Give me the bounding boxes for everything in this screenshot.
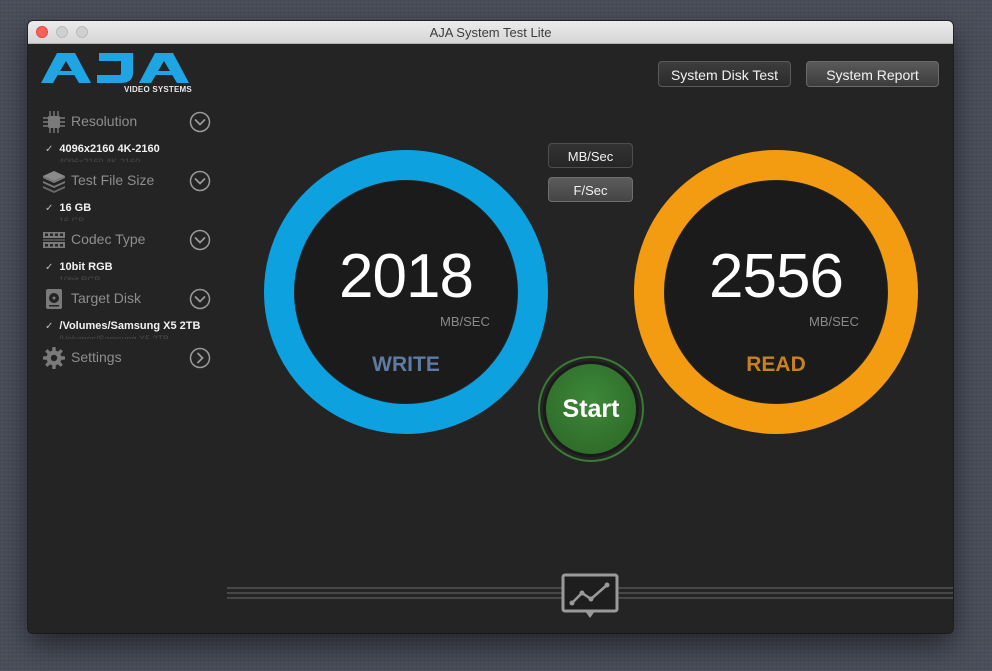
logo-subtitle: VIDEO SYSTEMS bbox=[124, 85, 192, 94]
stack-icon bbox=[42, 169, 66, 193]
chevron-right-icon[interactable] bbox=[189, 347, 211, 369]
sidebar-label-resolution: Resolution bbox=[71, 113, 138, 129]
chevron-down-icon[interactable] bbox=[189, 288, 211, 310]
system-report-button[interactable]: System Report bbox=[806, 61, 939, 87]
resolution-value[interactable]: ✓ 4096x2160 4K-2160 bbox=[45, 143, 210, 155]
film-strip-icon bbox=[42, 228, 66, 252]
sidebar-label-target-disk: Target Disk bbox=[71, 290, 142, 306]
chevron-down-icon[interactable] bbox=[189, 170, 211, 192]
codec-type-ghost-option: 10bit RGB bbox=[59, 275, 101, 280]
read-label: READ bbox=[746, 353, 806, 376]
window-title: AJA System Test Lite bbox=[429, 25, 552, 40]
sidebar-item-test-file-size[interactable]: Test File Size bbox=[42, 169, 212, 193]
chip-icon bbox=[42, 110, 66, 134]
frames-per-sec-toggle[interactable]: F/Sec bbox=[548, 177, 633, 202]
read-speed-value: 2556 bbox=[709, 242, 844, 311]
write-speed-value: 2018 bbox=[339, 242, 474, 311]
sidebar-item-settings[interactable]: Settings bbox=[42, 346, 212, 370]
sidebar-label-test-file-size: Test File Size bbox=[71, 172, 155, 188]
sidebar-label-settings: Settings bbox=[71, 349, 122, 365]
chevron-down-icon[interactable] bbox=[189, 111, 211, 133]
sidebar-label-codec-type: Codec Type bbox=[71, 231, 146, 247]
write-label: WRITE bbox=[372, 353, 440, 376]
title-bar[interactable]: AJA System Test Lite bbox=[28, 21, 953, 44]
gear-icon bbox=[42, 346, 66, 370]
app-window: AJA System Test Lite VIDEO SYSTEMS Resol… bbox=[28, 21, 953, 633]
target-disk-ghost-option: /Volumes/Samsung X5 2TB bbox=[59, 334, 170, 339]
read-gauge: 2556 MB/SEC READ bbox=[631, 147, 921, 437]
codec-type-value[interactable]: ✓ 10bit RGB bbox=[45, 261, 210, 273]
test-file-size-ghost-option: 16 GB bbox=[59, 216, 85, 221]
write-speed-unit: MB/SEC bbox=[440, 314, 490, 329]
sidebar-item-codec-type[interactable]: Codec Type bbox=[42, 228, 212, 252]
start-button[interactable]: Start bbox=[546, 364, 636, 454]
mb-per-sec-toggle[interactable]: MB/Sec bbox=[548, 143, 633, 168]
chevron-down-icon[interactable] bbox=[189, 229, 211, 251]
resolution-ghost-option: 4096x2160 4K-2160 bbox=[59, 157, 141, 162]
sidebar-item-resolution[interactable]: Resolution bbox=[42, 110, 212, 134]
disk-icon bbox=[42, 287, 66, 311]
test-file-size-value[interactable]: ✓ 16 GB bbox=[45, 202, 210, 214]
graph-icon[interactable] bbox=[561, 573, 619, 619]
read-speed-unit: MB/SEC bbox=[809, 314, 859, 329]
sidebar-item-target-disk[interactable]: Target Disk bbox=[42, 287, 212, 311]
target-disk-value[interactable]: ✓/Volumes/Samsung X5 2TB bbox=[45, 320, 210, 332]
start-button-wrapper: Start bbox=[538, 356, 644, 462]
write-gauge: 2018 MB/SEC WRITE bbox=[261, 147, 551, 437]
system-disk-test-button[interactable]: System Disk Test bbox=[658, 61, 791, 87]
